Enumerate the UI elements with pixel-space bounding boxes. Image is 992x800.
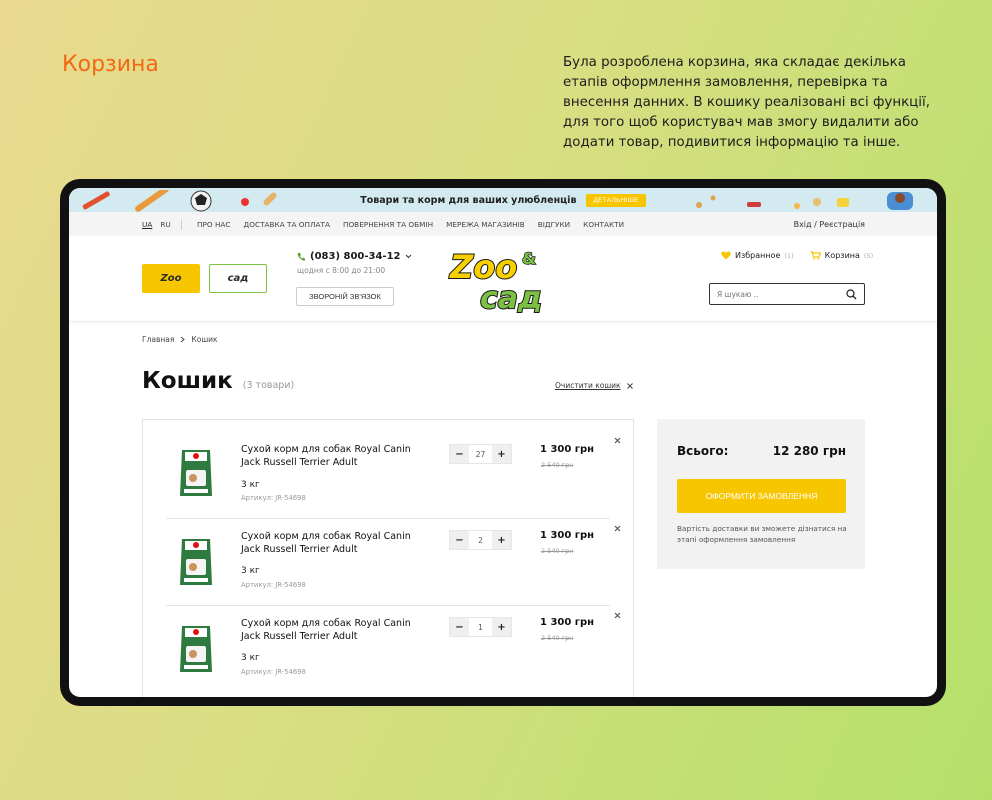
- remove-item-icon[interactable]: [614, 437, 621, 444]
- user-actions: Избранное (1) Корзина (5): [721, 251, 873, 260]
- remove-item-icon[interactable]: [614, 525, 621, 532]
- nav-link-delivery[interactable]: ДОСТАВКА ТА ОПЛАТА: [244, 220, 330, 229]
- quantity-stepper: − 2 +: [449, 530, 512, 550]
- product-old-price: 2 540 грн: [541, 634, 574, 642]
- decrement-button[interactable]: −: [450, 618, 469, 636]
- brand-sad-button[interactable]: сад: [209, 264, 267, 293]
- quantity-stepper: − 27 +: [449, 444, 512, 464]
- quantity-value[interactable]: 1: [469, 618, 492, 636]
- search-input[interactable]: [717, 289, 846, 299]
- lang-ru[interactable]: RU: [160, 220, 170, 229]
- increment-button[interactable]: +: [492, 445, 511, 463]
- cart-item: Сухой корм для собак Royal Canin Jack Ru…: [143, 605, 633, 691]
- clear-cart-label: Очистити кошик: [555, 381, 621, 390]
- quantity-value[interactable]: 27: [469, 445, 492, 463]
- cart-label: Корзина: [824, 251, 860, 260]
- nav-link-reviews[interactable]: ВІДГУКИ: [538, 220, 570, 229]
- browser-screen: Товари та корм для ваших улюбленців ДЕТА…: [69, 188, 937, 697]
- working-hours: щодня с 8:00 до 21:00: [297, 266, 386, 275]
- lang-ua[interactable]: UA: [142, 220, 152, 229]
- clear-cart-link[interactable]: Очистити кошик: [555, 381, 633, 390]
- total-value: 12 280 грн: [772, 444, 846, 458]
- search-icon[interactable]: [846, 288, 857, 300]
- breadcrumb-current: Кошик: [191, 335, 218, 344]
- pet-treats-decoration: [82, 190, 277, 212]
- product-image[interactable]: [179, 446, 213, 498]
- cart-count: (5): [863, 251, 874, 260]
- phone-block: (083) 800-34-12 щодня с 8:00 до 21:00: [296, 251, 412, 275]
- language-switcher: UA RU: [142, 220, 171, 229]
- logo-text-sad: сад: [480, 281, 542, 314]
- product-price: 1 300 грн: [540, 530, 595, 541]
- decrement-button[interactable]: −: [450, 445, 469, 463]
- cart-icon: [810, 251, 821, 260]
- product-old-price: 2 540 грн: [541, 547, 574, 555]
- slide-description: Була розроблена корзина, яка складає дек…: [563, 55, 930, 150]
- promo-banner: Товари та корм для ваших улюбленців ДЕТА…: [69, 188, 937, 212]
- product-sku: Артикул: JR-54698: [241, 581, 306, 589]
- top-navigation: UA RU ПРО НАС ДОСТАВКА ТА ОПЛАТА ПОВЕРНЕ…: [69, 212, 937, 236]
- breadcrumb: Главная Кошик: [142, 335, 218, 344]
- product-image[interactable]: [179, 535, 213, 587]
- promo-text: Товари та корм для ваших улюбленців: [360, 194, 577, 206]
- tablet-frame: Товари та корм для ваших улюбленців ДЕТА…: [60, 179, 946, 706]
- nav-divider: [181, 219, 182, 230]
- order-summary: Всього: 12 280 грн ОФОРМИТИ ЗАМОВЛЕННЯ В…: [657, 419, 865, 569]
- callback-button[interactable]: ЗВОРОНІЙ ЗВ'ЯЗОК: [296, 287, 394, 306]
- logo-ampersand: &: [522, 249, 536, 268]
- site-header: Zoo сад (083) 800-34-12 щодня с 8:00 до …: [69, 236, 937, 322]
- product-name[interactable]: Сухой корм для собак Royal Canin Jack Ru…: [241, 530, 431, 556]
- page-heading: Кошик (3 товари): [142, 368, 294, 394]
- phone-number[interactable]: (083) 800-34-12: [310, 251, 401, 262]
- checkout-button[interactable]: ОФОРМИТИ ЗАМОВЛЕННЯ: [677, 479, 846, 513]
- remove-item-icon[interactable]: [614, 612, 621, 619]
- decrement-button[interactable]: −: [450, 531, 469, 549]
- phone-icon: [297, 252, 305, 261]
- product-price: 1 300 грн: [540, 444, 595, 455]
- increment-button[interactable]: +: [492, 531, 511, 549]
- brand-zoo-button[interactable]: Zoo: [142, 264, 200, 293]
- chevron-right-icon: [181, 336, 186, 343]
- favorites-label: Избранное: [735, 251, 781, 260]
- heart-icon: [721, 251, 731, 260]
- product-weight: 3 кг: [241, 653, 260, 663]
- increment-button[interactable]: +: [492, 618, 511, 636]
- promo-details-button[interactable]: ДЕТАЛЬНІШЕ: [586, 193, 646, 207]
- cart-list: Сухой корм для собак Royal Canin Jack Ru…: [142, 419, 634, 697]
- product-sku: Артикул: JR-54698: [241, 494, 306, 502]
- search-box: [709, 283, 865, 305]
- pet-toys-decoration: [696, 192, 913, 210]
- zoo-sad-logo[interactable]: Zoo & сад: [446, 244, 556, 314]
- product-name[interactable]: Сухой корм для собак Royal Canin Jack Ru…: [241, 617, 431, 643]
- cart-item: Сухой корм для собак Royal Canin Jack Ru…: [143, 420, 633, 506]
- cart-item-count: (3 товари): [242, 380, 295, 391]
- product-old-price: 2 540 грн: [541, 461, 574, 469]
- close-icon: [626, 382, 633, 389]
- favorites-link[interactable]: Избранное (1): [721, 251, 794, 260]
- slide-title: Корзина: [62, 52, 159, 77]
- product-weight: 3 кг: [241, 480, 260, 490]
- page-title: Кошик: [142, 368, 233, 394]
- login-register-link[interactable]: Вхід / Реєстрація: [794, 220, 865, 229]
- nav-links: ПРО НАС ДОСТАВКА ТА ОПЛАТА ПОВЕРНЕННЯ ТА…: [197, 220, 624, 229]
- favorites-count: (1): [784, 251, 794, 260]
- nav-link-about[interactable]: ПРО НАС: [197, 220, 231, 229]
- cart-link[interactable]: Корзина (5): [810, 251, 873, 260]
- nav-link-returns[interactable]: ПОВЕРНЕННЯ ТА ОБМІН: [343, 220, 433, 229]
- quantity-stepper: − 1 +: [449, 617, 512, 637]
- delivery-note: Вартість доставки ви зможете дізнатися н…: [677, 524, 847, 544]
- product-weight: 3 кг: [241, 566, 260, 576]
- nav-link-contacts[interactable]: КОНТАКТИ: [583, 220, 624, 229]
- product-name[interactable]: Сухой корм для собак Royal Canin Jack Ru…: [241, 443, 431, 469]
- chevron-down-icon[interactable]: [405, 254, 412, 259]
- nav-link-stores[interactable]: МЕРЕЖА МАГАЗИНІВ: [446, 220, 525, 229]
- total-label: Всього:: [677, 444, 729, 458]
- product-sku: Артикул: JR-54698: [241, 668, 306, 676]
- quantity-value[interactable]: 2: [469, 531, 492, 549]
- breadcrumb-home[interactable]: Главная: [142, 335, 174, 344]
- product-image[interactable]: [179, 622, 213, 674]
- cart-item: Сухой корм для собак Royal Canin Jack Ru…: [143, 518, 633, 604]
- product-price: 1 300 грн: [540, 617, 595, 628]
